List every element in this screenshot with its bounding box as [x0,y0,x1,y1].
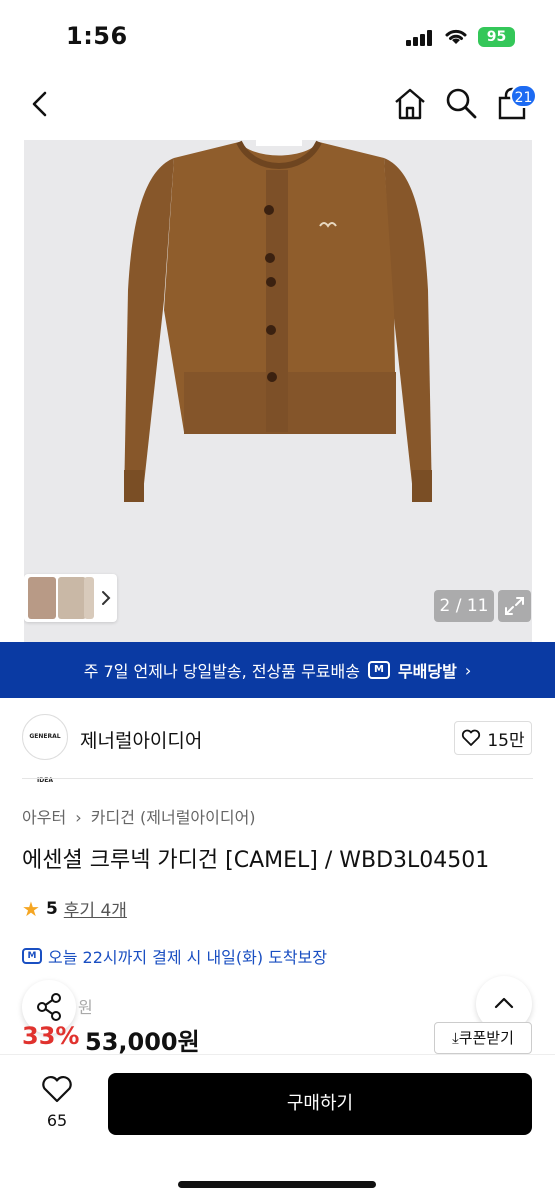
thumbnail-2[interactable] [58,577,86,619]
reviews-link[interactable]: 후기 4개 [64,896,127,921]
original-price: 원 [78,998,93,1017]
buy-button[interactable]: 구매하기 [108,1073,532,1135]
top-nav: 21 [0,72,555,138]
search-icon[interactable] [444,86,478,120]
delivery-text: 오늘 22시까지 결제 시 내일(화) 도착보장 [48,948,328,967]
thumbnail-1[interactable] [28,577,56,619]
thumbnail-3[interactable] [84,577,94,619]
home-icon[interactable] [392,86,428,122]
home-indicator [178,1181,376,1188]
heart-outline-icon [462,729,481,746]
chevron-right-icon: › [464,660,472,680]
star-icon: ★ [22,896,40,921]
brand-row[interactable]: GENERAL IDEA 제너럴아이디어 15만 [22,714,534,784]
delivery-guarantee: M 오늘 22시까지 결제 시 내일(화) 도착보장 [22,944,327,968]
breadcrumb-subcategory[interactable]: 카디건 (제너럴아이디어) [91,808,256,827]
divider [22,778,533,779]
rating-row: ★ 5 후기 4개 [22,896,127,922]
delivery-truck-icon: M [22,948,42,964]
shipping-promo-banner[interactable]: 주 7일 언제나 당일발송, 전상품 무료배송 M 무배당발 › [0,642,555,698]
brand-logo[interactable]: GENERAL IDEA [22,714,68,784]
rating-score: 5 [45,898,58,919]
breadcrumb-separator: › [75,808,82,827]
cart-count-badge: 21 [510,84,537,108]
product-title: 에센셜 크루넥 가디건 [CAMEL] / WBD3L04501 [22,848,490,873]
brand-like-button[interactable]: 15만 [454,721,532,755]
sale-price: 53,000원 [85,1028,200,1056]
heart-outline-icon [42,1076,72,1103]
breadcrumb-category[interactable]: 아우터 [22,808,66,827]
back-arrow-icon[interactable] [28,90,52,118]
product-image [124,140,432,502]
banner-brand: 무배당발 [397,662,457,681]
brand-like-count: 15만 [487,730,525,751]
expand-icon [505,597,524,615]
cellular-signal-icon [406,30,434,46]
status-bar: 1:56 95 [0,0,555,72]
chevron-right-icon[interactable] [100,588,112,608]
wishlist-count: 65 [46,1111,68,1130]
image-page-counter: 2 / 11 [434,590,494,622]
free-delivery-icon: M [367,661,390,679]
product-image-gallery[interactable]: 2 / 11 [24,140,532,642]
bottom-action-bar: 65 구매하기 [0,1054,555,1200]
thumbnail-strip[interactable] [24,574,117,622]
banner-text: 주 7일 언제나 당일발송, 전상품 무료배송 [83,662,360,681]
expand-image-button[interactable] [498,590,531,622]
status-time: 1:56 [66,22,128,50]
discount-rate: 33% [22,1022,80,1050]
download-coupon-button[interactable]: ⤓쿠폰받기 [434,1022,532,1054]
battery-indicator: 95 [478,27,515,47]
wishlist-button[interactable]: 65 [36,1075,78,1135]
wifi-icon [445,29,467,44]
brand-name[interactable]: 제너럴아이디어 [80,726,202,753]
breadcrumb: 아우터 › 카디건 (제너럴아이디어) [22,804,260,828]
